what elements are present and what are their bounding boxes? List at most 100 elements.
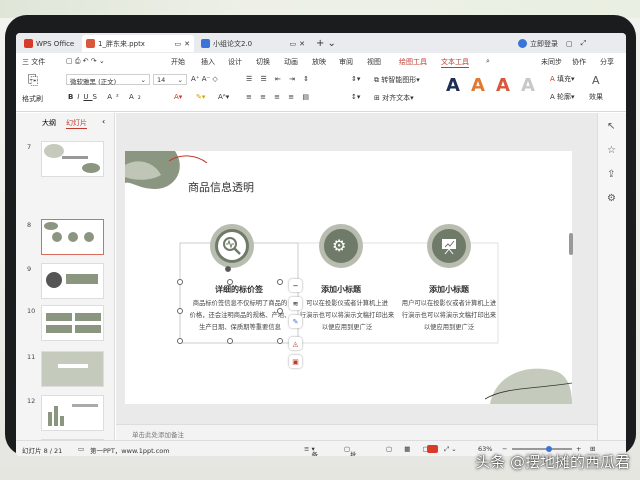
menu-item-transition[interactable]: 切换 bbox=[256, 57, 270, 67]
fit-screen-icon[interactable]: ⤢ ⌄ bbox=[444, 445, 457, 454]
resize-handle[interactable] bbox=[227, 338, 233, 344]
tab-wps-home[interactable]: WPS Office bbox=[20, 35, 78, 52]
format-painter-icon[interactable]: ⎘ bbox=[28, 73, 38, 88]
window-controls: ▢ ⤢ bbox=[562, 35, 590, 52]
resize-handle[interactable] bbox=[277, 279, 283, 285]
list-buttons[interactable]: ☰ ☰ ⇤ ⇥ ⇕ bbox=[246, 75, 312, 83]
menu-item-draw-tool[interactable]: 绘图工具 bbox=[399, 57, 427, 67]
col3-text[interactable]: 用户可以在投影仪或者计算机上进 行演示也可以将演示文稿打印出来 以便应用到更广泛 bbox=[397, 298, 501, 334]
text-style-preset-4[interactable]: A bbox=[521, 75, 535, 96]
tab-slides[interactable]: 幻灯片 bbox=[66, 118, 87, 129]
menu-item-design[interactable]: 设计 bbox=[228, 57, 242, 67]
notes-placeholder[interactable]: 单击此处添加备注 bbox=[132, 429, 184, 439]
login-button[interactable]: 立即登录 bbox=[514, 35, 562, 52]
resize-handle[interactable] bbox=[227, 279, 233, 285]
menu-item-animation[interactable]: 动画 bbox=[284, 57, 298, 67]
resize-handle[interactable] bbox=[277, 338, 283, 344]
file-menu[interactable]: 三 文件 bbox=[22, 57, 45, 67]
menu-item-review[interactable]: 审阅 bbox=[339, 57, 353, 67]
slide-thumbnail-9[interactable] bbox=[41, 263, 104, 299]
monitor-icon[interactable]: ▭ bbox=[290, 40, 297, 48]
collapse-float-icon[interactable]: − bbox=[289, 279, 302, 292]
slide-thumbnail-12[interactable] bbox=[41, 395, 104, 431]
upload-icon[interactable]: ⇪ bbox=[607, 169, 615, 180]
collapse-sidebar-icon[interactable]: ‹ bbox=[102, 117, 105, 126]
notes-label: 备注 bbox=[311, 451, 319, 456]
align-text-button[interactable]: ⊞ 对齐文本▾ bbox=[374, 93, 414, 103]
text-effect-icon[interactable]: A bbox=[592, 74, 600, 87]
vertical-scrollbar[interactable] bbox=[569, 233, 573, 255]
tab-pptx-file[interactable]: 1_胖东来.pptx ▭ ✕ bbox=[82, 35, 194, 52]
monitor-icon[interactable]: ▭ bbox=[175, 40, 182, 48]
theme-name[interactable]: 第一PPT，www.1ppt.com bbox=[90, 445, 170, 455]
convert-smartart-button[interactable]: ⧉ 转智能图形▾ bbox=[374, 75, 420, 85]
star-icon[interactable]: ☆ bbox=[607, 145, 616, 156]
slide-thumbnail-10[interactable] bbox=[41, 305, 104, 341]
slide-thumbnail-11[interactable] bbox=[41, 351, 104, 387]
pen-icon[interactable]: ✎ bbox=[289, 315, 302, 328]
text-direction-icon[interactable]: ⇕▾ bbox=[351, 75, 360, 83]
menu-item-text-tool[interactable]: 文本工具 bbox=[441, 57, 469, 68]
theme-icon[interactable]: ▭ bbox=[78, 445, 84, 453]
highlight-icon[interactable]: ✎▾ bbox=[196, 93, 205, 101]
search-icon[interactable]: ⌕ bbox=[486, 57, 490, 66]
ribbon-toolbar: ⎘ 格式刷 微软雅黑 (正文) ⌄ 14 ⌄ A⁺ A⁻ ◇ BIUS A² A₂ … bbox=[16, 70, 626, 112]
outline-button[interactable]: A 轮廓▾ bbox=[550, 92, 575, 102]
char-spacing-icon[interactable]: Aᴬ▾ bbox=[218, 93, 229, 101]
resize-handle[interactable] bbox=[177, 338, 183, 344]
col2-title[interactable]: 添加小标题 bbox=[301, 284, 381, 295]
resize-handle[interactable] bbox=[177, 279, 183, 285]
slide-thumbnail-8[interactable] bbox=[41, 219, 104, 255]
resize-handle[interactable] bbox=[177, 308, 183, 314]
tab-doc-file[interactable]: 小组论文2.0 ▭ ✕ bbox=[197, 35, 309, 52]
slide-title[interactable]: 商品信息透明 bbox=[188, 179, 254, 195]
text-style-buttons[interactable]: BIUS A² A₂ bbox=[68, 93, 145, 101]
fullscreen-icon[interactable]: ⤢ bbox=[581, 39, 587, 48]
layers-icon[interactable]: ≋ bbox=[289, 297, 302, 310]
minimize-icon[interactable]: ▢ bbox=[566, 40, 573, 48]
sync-status[interactable]: 未同步 bbox=[541, 57, 562, 67]
col1-title[interactable]: 详细的标价签 bbox=[180, 284, 298, 295]
comments-toggle[interactable]: ▢ 批注 bbox=[344, 445, 357, 456]
close-icon[interactable]: ✕ bbox=[299, 40, 305, 48]
col2-text[interactable]: 可以在投影仪或者计算机上进 行演示也可以将演示文稿打印出来 以便应用到更广泛 bbox=[297, 298, 397, 334]
close-icon[interactable]: ✕ bbox=[184, 40, 190, 48]
align-buttons[interactable]: ≡ ≡ ≡ ≡ ▤ bbox=[246, 93, 312, 101]
settings-sliders-icon[interactable]: ⚙ bbox=[607, 193, 616, 204]
line-spacing-icon[interactable]: ↕▾ bbox=[351, 93, 360, 101]
menu-item-start[interactable]: 开始 bbox=[171, 57, 185, 67]
toolbar-quick-icons[interactable]: ▢ ⎙ ↶ ↷ ⌄ bbox=[66, 57, 105, 66]
font-family-select[interactable]: 微软雅黑 (正文) ⌄ bbox=[66, 74, 150, 86]
shape-fill-icon[interactable]: ◬ bbox=[289, 337, 302, 350]
font-size-select[interactable]: 14 ⌄ bbox=[153, 74, 187, 85]
collab-button[interactable]: 协作 bbox=[572, 57, 586, 67]
menu-item-insert[interactable]: 插入 bbox=[201, 57, 215, 67]
resize-handle[interactable] bbox=[277, 308, 283, 314]
effect-button[interactable]: 效果 bbox=[589, 92, 603, 102]
col1-text[interactable]: 商品标价签信息不仅标明了商品的 价格，还会注明商品的规格、产地、 生产日期、保质… bbox=[180, 298, 300, 334]
outline-box-icon[interactable]: ▣ bbox=[289, 355, 302, 368]
fill-button[interactable]: A 填充▾ bbox=[550, 74, 575, 84]
thumb-icon bbox=[84, 232, 94, 242]
slide-8[interactable]: 商品信息透明 ⚙ 详细的标价签 商品标价签信息不仅标明了商品的 价格，还会注明商… bbox=[125, 151, 572, 404]
col3-title[interactable]: 添加小标题 bbox=[409, 284, 489, 295]
format-painter-label[interactable]: 格式刷 bbox=[22, 94, 43, 104]
rotate-handle[interactable] bbox=[225, 266, 231, 272]
menu-item-view[interactable]: 视图 bbox=[367, 57, 381, 67]
share-button[interactable]: 分享 bbox=[600, 57, 614, 67]
notes-pane[interactable]: 单击此处添加备注 bbox=[116, 424, 597, 440]
play-slideshow-button[interactable] bbox=[427, 445, 438, 453]
text-style-preset-1[interactable]: A bbox=[446, 75, 460, 96]
grow-shrink-font-icons[interactable]: A⁺ A⁻ ◇ bbox=[191, 75, 218, 83]
new-tab-button[interactable]: + ⌄ bbox=[312, 35, 340, 52]
text-style-preset-2[interactable]: A bbox=[471, 75, 485, 96]
pointer-icon[interactable]: ↖ bbox=[607, 121, 615, 132]
slide-thumbnail-7[interactable] bbox=[41, 141, 104, 177]
tab-outline[interactable]: 大纲 bbox=[42, 118, 56, 128]
notes-toggle[interactable]: ≡ 备注▾ bbox=[304, 445, 318, 456]
menu-item-slideshow[interactable]: 放映 bbox=[312, 57, 326, 67]
col2-line: 行演示也可以将演示文稿打印出来 bbox=[299, 312, 395, 319]
text-style-preset-3[interactable]: A bbox=[496, 75, 510, 96]
zoom-slider[interactable] bbox=[512, 448, 572, 450]
font-color-icon[interactable]: A▾ bbox=[174, 93, 182, 101]
